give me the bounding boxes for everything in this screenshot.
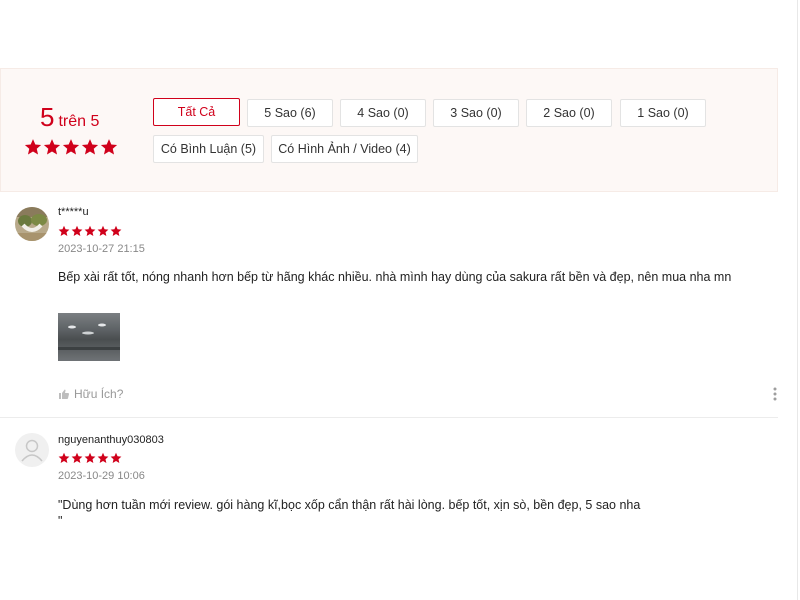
filter-all-button[interactable]: Tất Cả — [153, 98, 240, 126]
filter-with-comment-button[interactable]: Có Bình Luận (5) — [153, 135, 264, 163]
review-content-line2: " — [58, 514, 63, 528]
review-timestamp: 2023-10-29 10:06 — [58, 470, 145, 482]
review-divider — [0, 417, 778, 418]
star-icon — [58, 225, 70, 236]
star-icon — [71, 452, 83, 463]
star-icon — [97, 452, 109, 463]
page-edge — [797, 0, 798, 600]
filter-3-star-button[interactable]: 3 Sao (0) — [433, 99, 519, 127]
star-icon — [43, 139, 61, 155]
filter-4-star-button[interactable]: 4 Sao (0) — [340, 99, 426, 127]
avatar[interactable] — [15, 433, 49, 467]
helpful-label: Hữu Ích? — [74, 387, 124, 401]
user-icon — [21, 439, 43, 462]
star-icon — [71, 225, 83, 236]
filter-1-star-button[interactable]: 1 Sao (0) — [620, 99, 706, 127]
star-icon — [100, 139, 118, 155]
rating-overview — [0, 68, 778, 192]
star-icon — [81, 139, 99, 155]
helpful-button[interactable]: Hữu Ích? — [58, 387, 123, 401]
filter-5-star-button[interactable]: 5 Sao (6) — [247, 99, 333, 127]
review-timestamp: 2023-10-27 21:15 — [58, 243, 145, 255]
star-icon — [97, 225, 109, 236]
thumbs-up-icon — [59, 389, 70, 399]
review-username: nguyenanthuy030803 — [58, 434, 164, 446]
rating-score-value: 5 — [40, 102, 55, 132]
star-icon — [62, 139, 80, 155]
review-username: t*****u — [58, 206, 89, 218]
star-icon — [110, 225, 122, 236]
star-icon — [84, 225, 96, 236]
rating-stars — [24, 138, 118, 156]
filter-with-media-button[interactable]: Có Hình Ảnh / Video (4) — [271, 135, 418, 163]
review-stars — [58, 225, 122, 237]
review-content: Bếp xài rất tốt, nóng nhanh hơn bếp từ h… — [58, 270, 732, 284]
review-stars — [58, 452, 122, 464]
star-icon — [84, 452, 96, 463]
review-content: "Dùng hơn tuần mới review. gói hàng kĩ,b… — [58, 498, 641, 512]
star-icon — [58, 452, 70, 463]
review-photo-thumbnail[interactable] — [58, 313, 120, 361]
rating-score-out-of: trên 5 — [58, 113, 100, 130]
star-icon — [110, 452, 122, 463]
star-icon — [24, 139, 42, 155]
filter-2-star-button[interactable]: 2 Sao (0) — [526, 99, 612, 127]
more-options-icon[interactable] — [773, 387, 777, 401]
avatar[interactable] — [15, 207, 49, 241]
rating-score: 5 trên 5 — [40, 102, 99, 133]
